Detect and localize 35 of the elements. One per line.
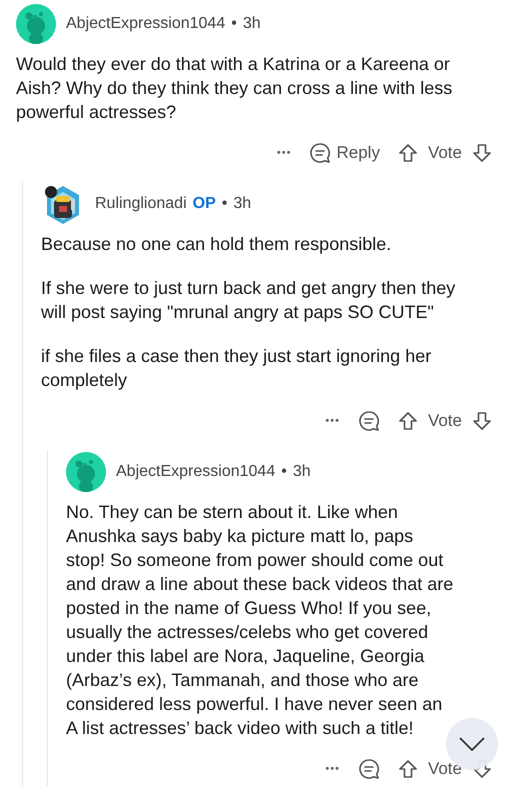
comment-icon (358, 758, 380, 780)
reply-button[interactable] (358, 410, 380, 432)
username[interactable]: Rulinglionadi (95, 195, 187, 213)
avatar-icon (16, 4, 56, 44)
comment-text: if she files a case then they just start ignoring her completely (41, 345, 432, 392)
upvote-icon[interactable] (398, 143, 418, 163)
comment-icon (358, 410, 380, 432)
reply-button[interactable]: Reply (309, 142, 380, 164)
more-icon[interactable]: ••• (325, 763, 340, 775)
downvote-icon[interactable] (472, 143, 492, 163)
vote-label: Vote (428, 143, 462, 163)
username[interactable]: AbjectExpression1044 (66, 15, 226, 33)
upvote-icon[interactable] (398, 411, 418, 431)
dot-separator: • (281, 463, 287, 481)
avatar-icon (66, 452, 106, 492)
comment-text: Would they ever do that with a Katrina or a Kareena or Aish? Why do they think they can cross a line with less powerful actresses? (16, 53, 454, 124)
comment-text: Because no one can hold them responsible. (41, 233, 392, 256)
chevron-down-icon (459, 737, 485, 751)
downvote-icon[interactable] (472, 411, 492, 431)
username[interactable]: AbjectExpression1044 (116, 463, 276, 481)
timestamp: 3h (292, 463, 311, 481)
vote-label: Vote (428, 759, 462, 779)
dot-separator: • (222, 195, 228, 213)
more-icon[interactable]: ••• (325, 415, 340, 427)
dot-separator: • (231, 15, 237, 33)
comment-icon (309, 142, 332, 164)
comment-text: No. They can be stern about it. Like when Anushka says baby ka picture matt lo, paps stop! So someone from power should come out and draw a line about these back videos that are posted in the name of Guess Who! If you see, usually the actresses/celebs who get covered under this label are Nora, Jaqueline, Georgia (Arbaz’s ex), Tammanah, and those who are considered less powerful. I have never seen an A list actresses’ back video with such a title! (66, 501, 454, 740)
op-tag: OP (192, 195, 216, 213)
comment-text: If she were to just turn back and get angry then they will post saying "mrunal angry at paps SO CUTE" (41, 277, 456, 324)
more-icon[interactable]: ••• (276, 147, 292, 159)
timestamp: 3h (233, 195, 252, 213)
vote-label: Vote (428, 411, 462, 431)
reply-button[interactable] (358, 758, 380, 780)
upvote-icon[interactable] (398, 759, 418, 779)
timestamp: 3h (242, 15, 261, 33)
